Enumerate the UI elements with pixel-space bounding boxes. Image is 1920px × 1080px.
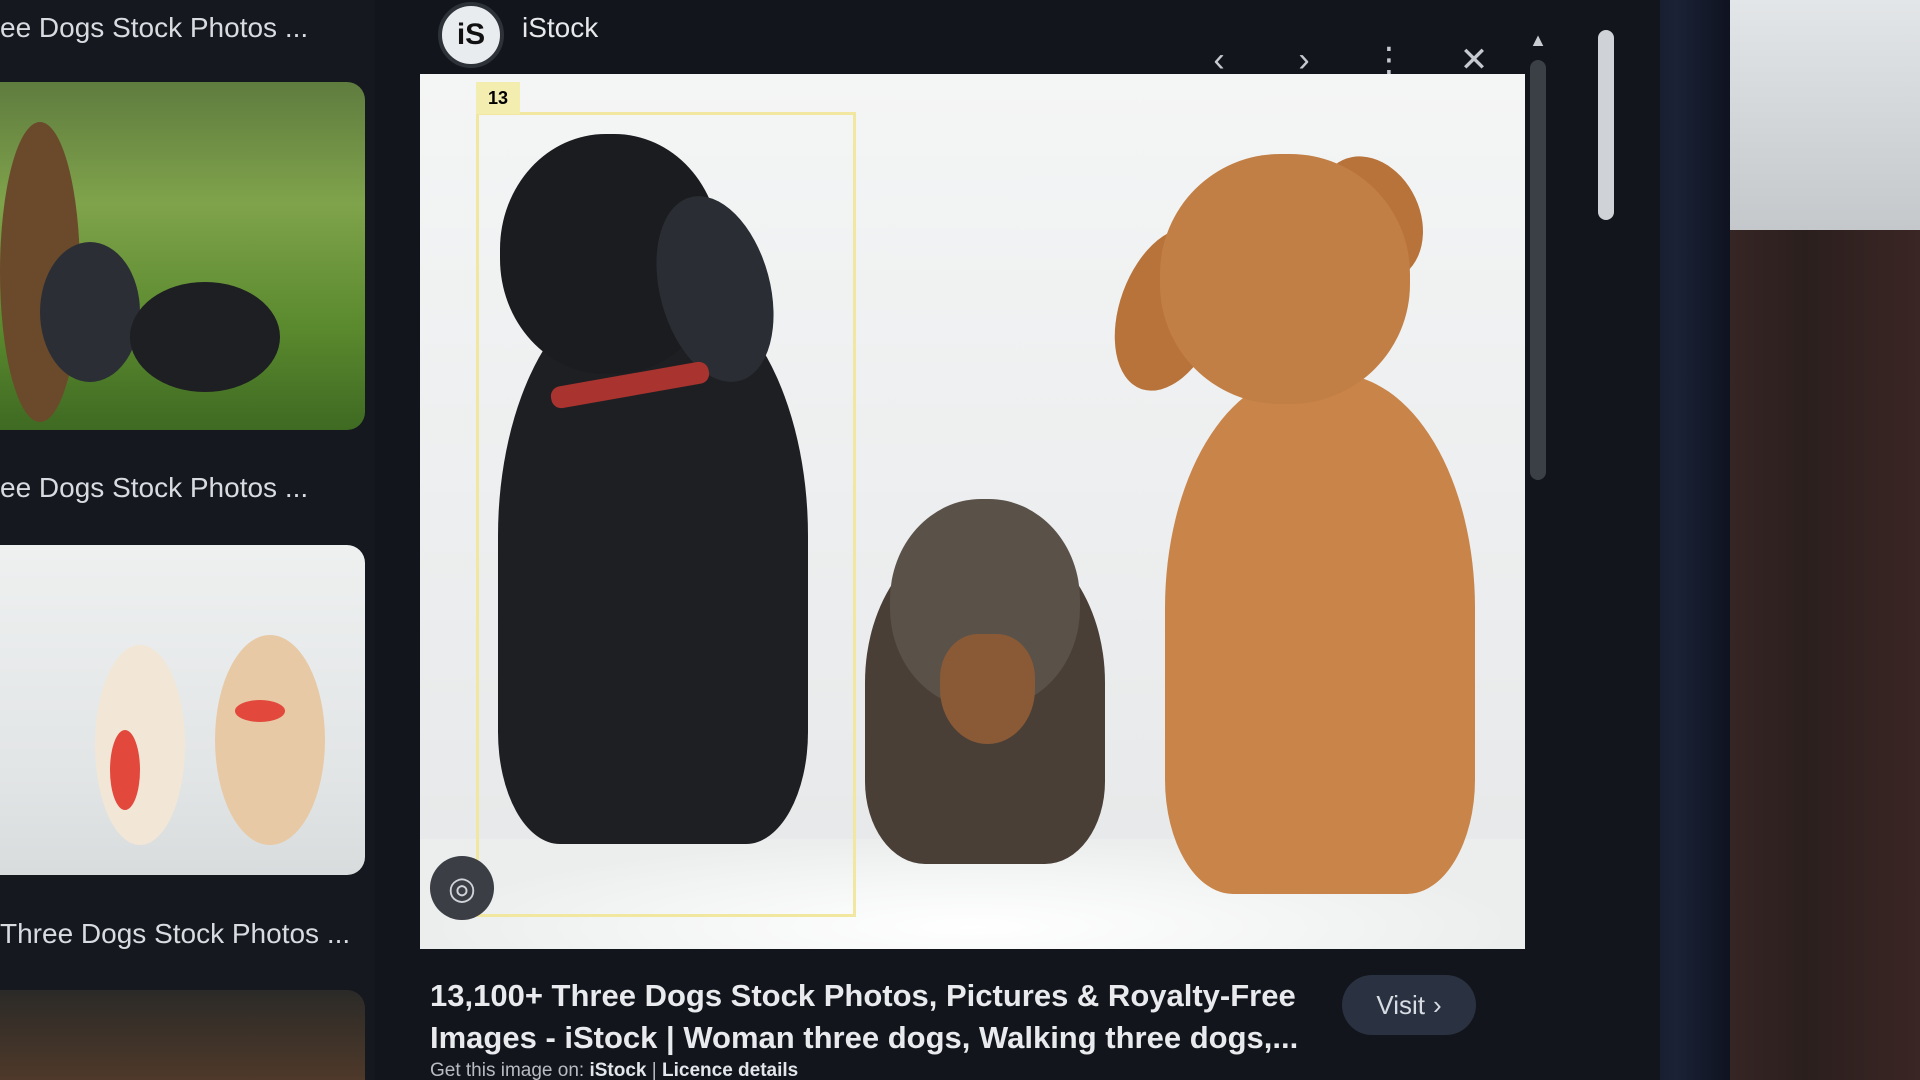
scroll-up-icon[interactable]: ▲ xyxy=(1528,30,1548,50)
thumb-tie-shape xyxy=(110,730,140,810)
thumb-bowtie-shape xyxy=(235,700,285,722)
thumb-dog-shape xyxy=(130,282,280,392)
selection-box[interactable] xyxy=(476,112,856,917)
site-logo[interactable]: iS xyxy=(438,2,504,68)
result-thumbnail-2[interactable] xyxy=(0,545,365,875)
visit-button[interactable]: Visit › xyxy=(1342,975,1476,1035)
licence-link[interactable]: Licence details xyxy=(662,1060,798,1080)
chevron-right-icon: › xyxy=(1432,989,1442,1020)
result-title-1[interactable]: ee Dogs Stock Photos ... xyxy=(0,12,308,44)
visit-label: Visit xyxy=(1376,989,1425,1020)
preview-image[interactable]: 13 ◎ xyxy=(420,74,1525,949)
result-thumbnail-1[interactable] xyxy=(0,82,365,430)
thumb-dog-shape xyxy=(40,242,140,382)
results-column: ee Dogs Stock Photos ... ee Dogs Stock P… xyxy=(0,0,375,1080)
page-scrollbar[interactable] xyxy=(1598,30,1614,220)
tan-dog-body xyxy=(1165,374,1475,894)
site-name[interactable]: iStock xyxy=(522,12,598,44)
source-site-link[interactable]: iStock xyxy=(589,1060,646,1080)
dachshund-beard xyxy=(940,634,1035,744)
image-caption[interactable]: 13,100+ Three Dogs Stock Photos, Picture… xyxy=(430,975,1330,1059)
thumb-dog-shape xyxy=(215,635,325,845)
source-separator: | xyxy=(651,1060,657,1080)
result-thumbnail-3[interactable] xyxy=(0,990,365,1080)
thumb-dog-shape xyxy=(95,645,185,845)
lens-icon[interactable]: ◎ xyxy=(430,856,494,920)
browser-screen: ee Dogs Stock Photos ... ee Dogs Stock P… xyxy=(0,0,1660,1080)
source-prefix: Get this image on: xyxy=(430,1060,585,1080)
viewer-scrollbar[interactable] xyxy=(1530,60,1546,480)
result-title-3[interactable]: Three Dogs Stock Photos ... xyxy=(0,918,350,950)
tan-dog-head xyxy=(1160,154,1410,404)
result-title-2[interactable]: ee Dogs Stock Photos ... xyxy=(0,472,308,504)
selection-tag: 13 xyxy=(476,82,520,114)
source-line: Get this image on: iStock | Licence deta… xyxy=(430,1060,798,1080)
